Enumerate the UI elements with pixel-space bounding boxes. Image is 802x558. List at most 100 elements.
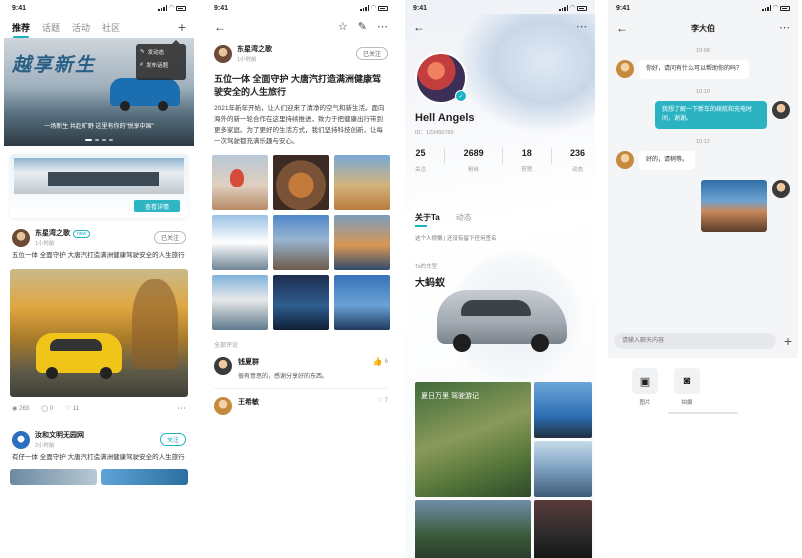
post-time: 1小时前	[35, 241, 55, 247]
profile-stats: 25 关注 2689 粉丝 18 获赞 236 动态	[415, 148, 585, 176]
stat-value: 18	[521, 148, 532, 158]
grid-image[interactable]	[534, 441, 592, 497]
comment-likes[interactable]: 👍 6	[373, 357, 388, 366]
grid-image[interactable]	[273, 275, 329, 330]
comment-icon: ◯	[41, 406, 48, 412]
grid-image[interactable]	[334, 275, 390, 330]
grid-image[interactable]	[534, 382, 592, 438]
grid-image[interactable]	[212, 275, 268, 330]
avatar[interactable]	[12, 228, 30, 247]
avatar[interactable]	[214, 44, 232, 63]
promo-button[interactable]: 查看详情	[134, 200, 180, 212]
avatar[interactable]	[214, 397, 232, 415]
post-text[interactable]: 有仔一体 全面守护 大唐汽打造满洲健康驾驶安全的人生旅行	[4, 453, 194, 463]
grid-image[interactable]: 夏日万里 驾驶游记	[415, 382, 531, 497]
message-bubble[interactable]: 我想了解一下新车的续航和充电时间，谢谢。	[655, 101, 767, 129]
tray-item-camera[interactable]: ◙ 拍摄	[674, 368, 700, 548]
more-icon[interactable]: ⋯	[377, 21, 388, 33]
photo-tree	[132, 279, 178, 369]
banner-sub: 一场新生 共赴旷野 这里有你的"悦享中国"	[44, 124, 154, 130]
grid-image[interactable]	[273, 155, 329, 210]
grid-image[interactable]	[415, 500, 531, 558]
stage: 9:41 ◠ 推荐 话题 活动 社区 + 越享新生 一场新生 共赴旷野 这里有你…	[0, 0, 802, 558]
tab-about[interactable]: 关于Ta	[415, 212, 440, 227]
banner-dots	[4, 139, 194, 141]
status-icons: ◠	[559, 5, 587, 11]
signal-icon	[559, 5, 569, 11]
tab-posts[interactable]: 动态	[456, 212, 472, 223]
grid-image[interactable]	[534, 500, 592, 558]
post-photo[interactable]	[10, 269, 188, 397]
follow-button[interactable]: 已关注	[153, 231, 186, 244]
avatar[interactable]	[616, 60, 634, 78]
message-input[interactable]	[614, 333, 776, 349]
avatar[interactable]	[772, 101, 790, 119]
chat-title: 李大伯	[691, 23, 715, 33]
car-image[interactable]	[437, 290, 567, 352]
post-author-block: 东星湾之歌 new 1小时前	[35, 228, 91, 247]
more-icon[interactable]: ⋯	[177, 403, 186, 414]
message-bubble[interactable]: 你好，请问有什么可以帮助你的吗？	[639, 60, 750, 79]
avatar[interactable]	[616, 151, 634, 169]
grid-image[interactable]	[212, 215, 268, 270]
status-time: 9:41	[214, 4, 229, 12]
grid-image[interactable]	[334, 155, 390, 210]
battery-icon	[780, 5, 790, 11]
popup-topic-label: 发布话题	[146, 63, 169, 69]
tab-community[interactable]: 社区	[102, 21, 120, 34]
add-icon[interactable]: +	[784, 333, 792, 349]
comment-author: 王希敏	[238, 399, 259, 406]
stat-label: 获赞	[521, 167, 533, 173]
add-icon[interactable]: +	[178, 19, 186, 35]
post-images[interactable]	[10, 469, 188, 485]
more-icon[interactable]: ⋯	[576, 21, 587, 33]
chat-message: 我想了解一下新车的续航和充电时间，谢谢。	[608, 99, 798, 131]
comment-body: 王希敏	[238, 397, 371, 407]
tab-recommend[interactable]: 推荐	[12, 21, 30, 38]
grid-image[interactable]	[334, 215, 390, 270]
chat-timestamp: 10:08	[696, 48, 710, 54]
message-image[interactable]	[701, 180, 767, 232]
comment-likes[interactable]: ♡ 7	[377, 397, 388, 405]
comment: 钱夏群 很有意思的，感谢分享好的东西。 👍 6	[206, 353, 396, 384]
phone-feed: 9:41 ◠ 推荐 话题 活动 社区 + 越享新生 一场新生 共赴旷野 这里有你…	[4, 0, 194, 558]
tab-topics[interactable]: 话题	[42, 21, 60, 34]
post-author: 汝和文明无园网	[35, 432, 84, 439]
avatar[interactable]	[214, 357, 232, 375]
popup-item-topic[interactable]: # 发布话题	[140, 61, 182, 69]
post-header: 汝和文明无园网 2小时前 关注	[4, 420, 194, 453]
divider	[550, 148, 552, 164]
tab-events[interactable]: 活动	[72, 21, 90, 34]
avatar[interactable]	[12, 430, 30, 449]
chat-message: 好的，请稍等。	[608, 149, 798, 172]
phone-chat: 9:41 ◠ ← 李大伯 ⋯ 10:08 你好，请问有什么可以帮助你的吗？ 10…	[608, 0, 798, 558]
stat-following[interactable]: 25 关注	[415, 148, 426, 176]
phone-post-detail: 9:41 ◠ ← ☆ ✎ ⋯ 东星湾之歌 1小时前 已关注 五位一体 全面守护 …	[206, 0, 396, 558]
star-icon[interactable]: ☆	[338, 21, 348, 33]
divider	[214, 388, 388, 389]
stat-posts[interactable]: 236 动态	[570, 148, 585, 176]
banner-car	[110, 78, 180, 111]
back-icon[interactable]: ←	[214, 20, 226, 34]
post-author-block: 东星湾之歌 1小时前	[237, 44, 272, 63]
follow-button[interactable]: 关注	[159, 433, 186, 446]
post-time: 2小时前	[35, 443, 55, 449]
chat-timestamp: 10:10	[696, 89, 710, 95]
comments-stat[interactable]: ◯ 0	[41, 405, 53, 413]
popup-item-post[interactable]: ✎ 发动态	[140, 48, 182, 56]
grid-image[interactable]	[212, 155, 268, 210]
thumb-icon: ♡	[377, 398, 383, 404]
stat-likes[interactable]: 18 获赞	[521, 148, 532, 176]
stat-followers[interactable]: 2689 粉丝	[464, 148, 484, 176]
likes-stat[interactable]: ♡ 11	[65, 405, 79, 413]
back-icon[interactable]: ←	[413, 20, 425, 34]
post-text[interactable]: 五位一体 全面守护 大唐汽打造满洲健康驾驶安全的人生旅行	[4, 251, 194, 261]
grid-image[interactable]	[273, 215, 329, 270]
edit-icon[interactable]: ✎	[358, 21, 367, 33]
follow-button[interactable]: 已关注	[355, 47, 388, 60]
promo-card[interactable]: 查看详情	[10, 154, 188, 218]
message-bubble[interactable]: 好的，请稍等。	[639, 151, 696, 170]
avatar[interactable]	[772, 180, 790, 198]
profile-id: ID：123456789	[415, 130, 454, 136]
tray-item-photo[interactable]: ▣ 图片	[632, 368, 658, 548]
